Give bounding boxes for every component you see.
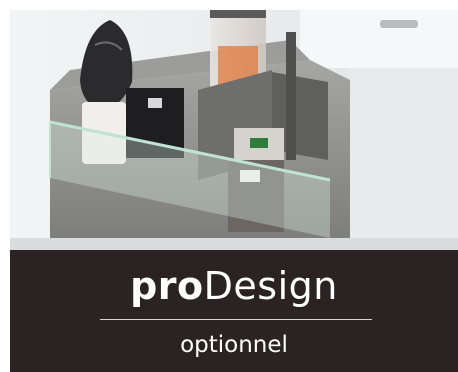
product-card: proDesign optionnel — [0, 0, 458, 372]
banner-divider — [100, 319, 372, 320]
drawer-photo — [10, 10, 458, 250]
divider-post — [286, 32, 296, 160]
brand-title-light: Design — [203, 264, 338, 308]
jar-lid — [210, 10, 266, 18]
brand-title: proDesign — [10, 264, 458, 308]
brand-title-bold: pro — [130, 264, 204, 308]
upper-drawer-front — [300, 10, 458, 68]
tea-packet-logo — [250, 138, 268, 148]
cabinet-side — [350, 68, 458, 250]
drawer-front — [10, 238, 458, 250]
tea-box-label — [148, 98, 162, 108]
brand-banner: proDesign optionnel — [10, 250, 458, 372]
drawer-handle — [380, 20, 418, 28]
banner-subtitle: optionnel — [180, 332, 288, 358]
